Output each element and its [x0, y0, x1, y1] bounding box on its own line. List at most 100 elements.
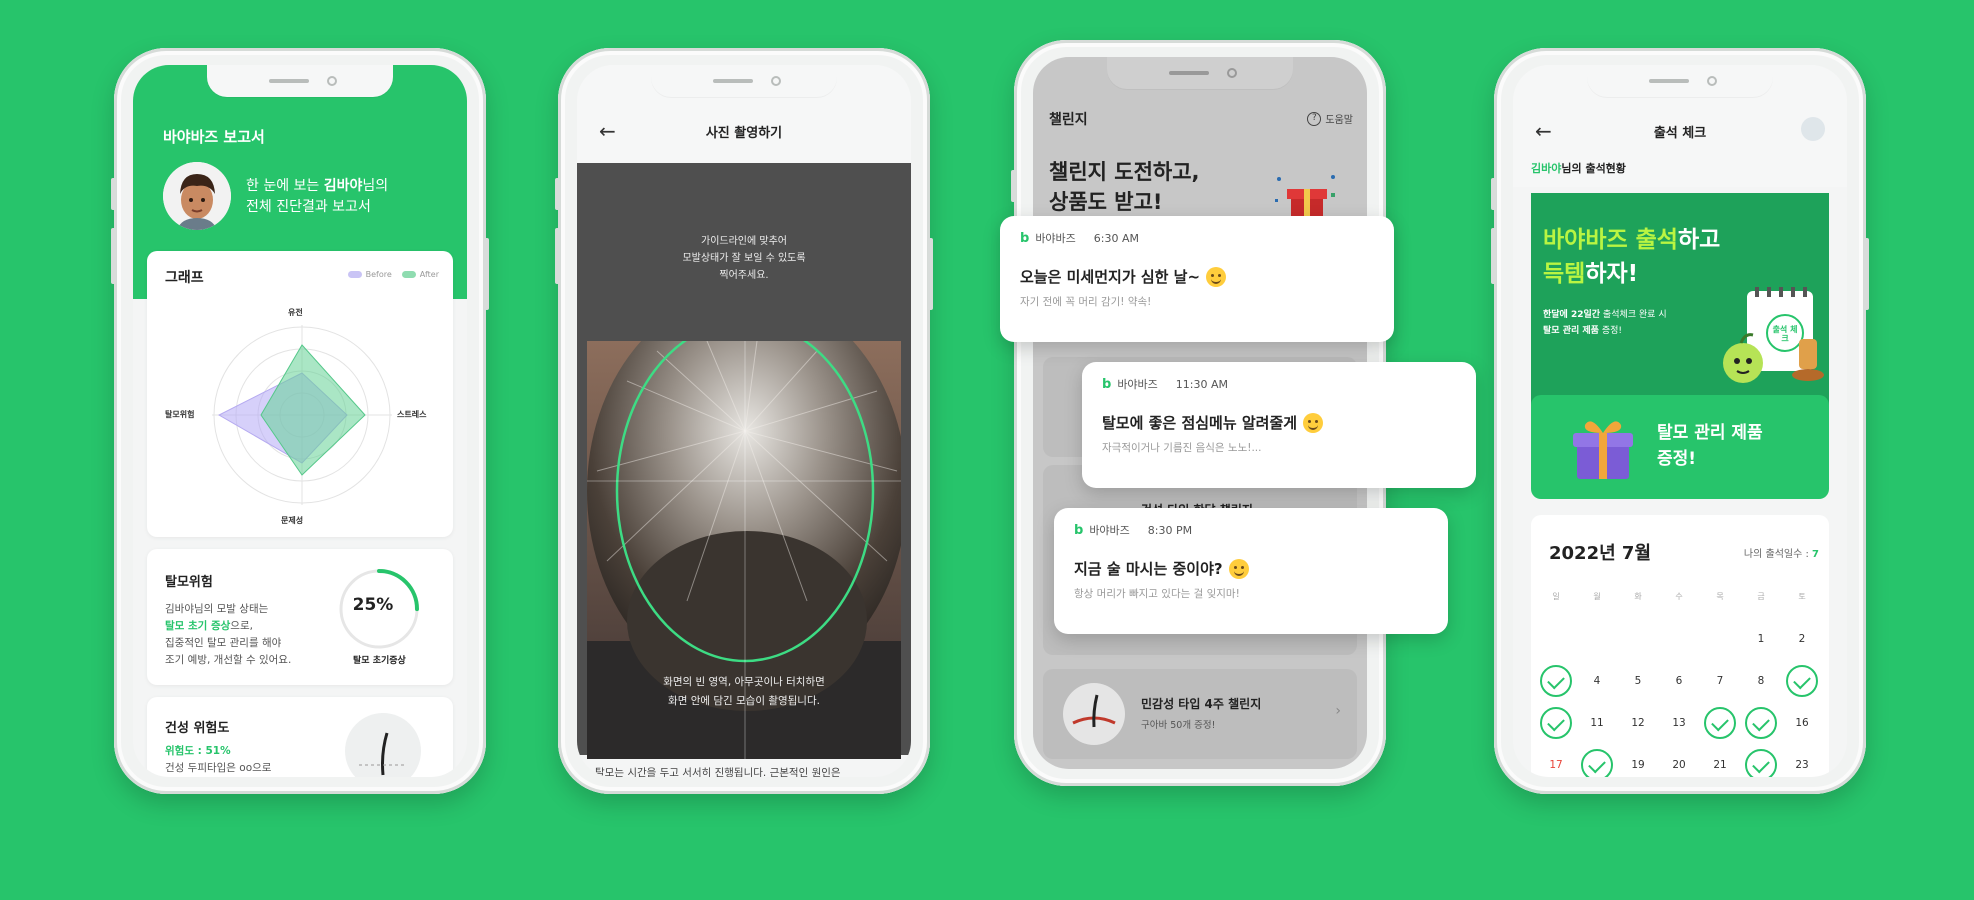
attendance-check-icon — [1540, 665, 1572, 697]
graph-card: 그래프 Before After 유전 스트레스 문제성 탈모위험 — [147, 251, 453, 537]
axis-label-problem: 문제성 — [281, 516, 304, 525]
page-title: 사진 촬영하기 — [705, 126, 783, 141]
photo-screen: ← 사진 촬영하기 가이드라인에 맞추어 모발상태가 잘 보일 수 있도록 찍어주세… — [577, 65, 911, 777]
phone-photo: ← 사진 촬영하기 가이드라인에 맞추어 모발상태가 잘 보일 수 있도록 찍어주세… — [555, 48, 933, 794]
gauge-label: 탈모 초기증상 — [353, 656, 406, 666]
calendar-day[interactable]: 20 — [1658, 751, 1700, 777]
help-icon: ? — [1307, 111, 1322, 126]
calendar-day[interactable]: 16 — [1781, 709, 1823, 737]
risk-title: 탈모위험 — [165, 575, 213, 590]
grin-emoji-icon — [1228, 558, 1249, 579]
calendar-weekday: 금 — [1757, 592, 1765, 601]
avatar — [163, 162, 231, 230]
calendar-weekday: 목 — [1716, 592, 1724, 601]
calendar-day[interactable]: 4 — [1576, 667, 1618, 695]
challenge-card[interactable]: 민감성 타입 4주 챌린지 구아바 50개 증정! › — [1043, 669, 1357, 759]
calendar-day[interactable]: 12 — [1617, 709, 1659, 737]
follicle-icon — [1063, 683, 1125, 745]
calendar-day[interactable]: 6 — [1658, 667, 1700, 695]
notification-header: b 바야바즈 6:30 AM — [1020, 230, 1140, 246]
app-logo-icon: b — [1102, 376, 1112, 392]
risk-percent: 25% — [352, 595, 394, 615]
banner-description: 한달에 22일간 출석체크 완료 시 탈모 관리 제품 증정! — [1543, 310, 1667, 336]
calendar-day[interactable]: 19 — [1617, 751, 1659, 777]
calendar-day[interactable]: 13 — [1658, 709, 1700, 737]
capture-hint: 화면의 빈 영역, 아무곳이나 터치하면 화면 안에 담긴 모습이 촬영됩니다. — [663, 676, 825, 707]
attendance-subtitle: 김바야님의 출석현황 — [1531, 162, 1626, 175]
camera-viewfinder[interactable]: 가이드라인에 맞추어 모발상태가 잘 보일 수 있도록 찍어주세요. 화면의 빈… — [577, 163, 911, 759]
banner-headline: 바야바즈 출석하고 득템하자! — [1543, 227, 1721, 287]
calendar-weekday: 토 — [1798, 592, 1806, 601]
calendar-weekday: 월 — [1593, 592, 1601, 601]
graph-legend: Before After — [347, 270, 439, 279]
notch — [1107, 57, 1293, 89]
attendance-check-icon — [1581, 749, 1613, 777]
attendance-screen: ← 출석 체크 김바야님의 출석현황 바야바즈 출석하고 득템하자! 한달에 2… — [1513, 65, 1847, 777]
gift-banner[interactable]: 탈모 관리 제품 증정! — [1531, 395, 1829, 499]
phone-report: 바야바즈 보고서 한 눈에 보는 김바야님의 전체 진단결과 보고서 그래프 B… — [111, 48, 489, 794]
dry-risk-card: 건성 위험도 위험도 : 51% 건성 두피타입은 oo으로 — [147, 697, 453, 777]
notch — [1587, 65, 1773, 97]
calendar-weekday: 화 — [1634, 592, 1642, 601]
notification-sub: 자기 전에 꼭 머리 감기! 약속! — [1020, 296, 1152, 308]
calendar-day[interactable]: 2 — [1781, 625, 1823, 653]
notification-message: 탈모에 좋은 점심메뉴 알려줄게 — [1102, 412, 1324, 433]
attendance-count: 나의 출석일수 : 7 — [1743, 549, 1819, 560]
calendar-day[interactable]: 8 — [1740, 667, 1782, 695]
app-logo-icon: b — [1020, 230, 1030, 246]
notification[interactable]: b 바야바즈 8:30 PM 지금 술 마시는 중이야? 항상 머리가 빠지고 있… — [1054, 508, 1448, 634]
risk-card: 탈모위험 김바야님의 모발 상태는 탈모 초기 증상으로, 집중적인 탈모 관리… — [147, 549, 453, 685]
dry-risk-desc: 건성 두피타입은 oo으로 — [165, 762, 272, 774]
phone-attendance: ← 출석 체크 김바야님의 출석현황 바야바즈 출석하고 득템하자! 한달에 2… — [1491, 48, 1869, 794]
graph-title: 그래프 — [165, 270, 204, 286]
scalp-illustration-icon — [345, 713, 421, 777]
notch — [651, 65, 837, 97]
attendance-check-icon — [1745, 749, 1777, 777]
attendance-calendar: 2022년 7월 나의 출석일수 : 7 일 월 화 수 목 금 토 1 2 4 5 6 7 8 11 12 1… — [1531, 515, 1829, 777]
smile-emoji-icon — [1303, 412, 1324, 433]
dry-risk-title: 건성 위험도 — [165, 721, 230, 736]
notification-sub: 항상 머리가 빠지고 있다는 걸 잊지마! — [1074, 588, 1240, 600]
page-title: 챌린지 — [1049, 112, 1088, 128]
calendar-day[interactable]: 17 — [1535, 751, 1577, 777]
dry-risk-level: 위험도 : 51% — [165, 745, 231, 757]
challenge-card-title: 민감성 타입 4주 챌린지 — [1141, 697, 1262, 711]
report-intro: 한 눈에 보는 김바야님의 전체 진단결과 보고서 — [246, 178, 389, 215]
axis-label-hairloss-risk: 탈모위험 — [165, 410, 195, 419]
app-logo-icon: b — [1074, 522, 1084, 538]
gift-box-icon — [1567, 411, 1639, 487]
calendar-day[interactable]: 23 — [1781, 751, 1823, 777]
stamp-text: 출석 체크 — [1772, 325, 1798, 343]
attendance-check-icon — [1540, 707, 1572, 739]
risk-description: 김바야님의 모발 상태는 탈모 초기 증상으로, 집중적인 탈모 관리를 해야 … — [165, 603, 292, 666]
attendance-check-icon — [1786, 665, 1818, 697]
notification-header: b 바야바즈 11:30 AM — [1102, 376, 1229, 392]
help-button[interactable]: ? 도움말 — [1307, 111, 1353, 126]
gift-text: 탈모 관리 제품 증정! — [1657, 423, 1763, 469]
calendar-day[interactable]: 21 — [1699, 751, 1741, 777]
report-screen: 바야바즈 보고서 한 눈에 보는 김바야님의 전체 진단결과 보고서 그래프 B… — [133, 65, 467, 777]
attendance-check-icon — [1745, 707, 1777, 739]
notch — [207, 65, 393, 97]
calendar-day[interactable]: 7 — [1699, 667, 1741, 695]
info-text: 탈모는 시간을 두고 서서히 진행됩니다. 근본적인 원인은 — [595, 767, 841, 777]
attendance-check-icon — [1704, 707, 1736, 739]
profile-icon[interactable] — [1801, 117, 1825, 141]
notification-header: b 바야바즈 8:30 PM — [1074, 522, 1193, 538]
calendar-day[interactable]: 1 — [1740, 625, 1782, 653]
page-title: 바야바즈 보고서 — [163, 128, 265, 146]
notification[interactable]: b 바야바즈 11:30 AM 탈모에 좋은 점심메뉴 알려줄게 자극적이거나 기… — [1082, 362, 1476, 488]
calendar-day[interactable]: 11 — [1576, 709, 1618, 737]
page-title: 출석 체크 — [1653, 126, 1707, 141]
calendar-month: 2022년 7월 — [1549, 543, 1652, 564]
calendar-weekday: 일 — [1552, 592, 1560, 601]
radar-chart — [212, 325, 392, 505]
user-name: 김바야 — [323, 178, 363, 194]
axis-label-stress: 스트레스 — [397, 410, 427, 419]
axis-label-genetics: 유전 — [288, 308, 303, 317]
notification-sub: 자극적이거나 기름진 음식은 노노!... — [1102, 442, 1262, 454]
notification[interactable]: b 바야바즈 6:30 AM 오늘은 미세먼지가 심한 날~ 자기 전에 꼭 머리… — [1000, 216, 1394, 342]
calendar-weekday: 수 — [1675, 592, 1683, 601]
calendar-day[interactable]: 5 — [1617, 667, 1659, 695]
smile-emoji-icon — [1206, 266, 1227, 287]
